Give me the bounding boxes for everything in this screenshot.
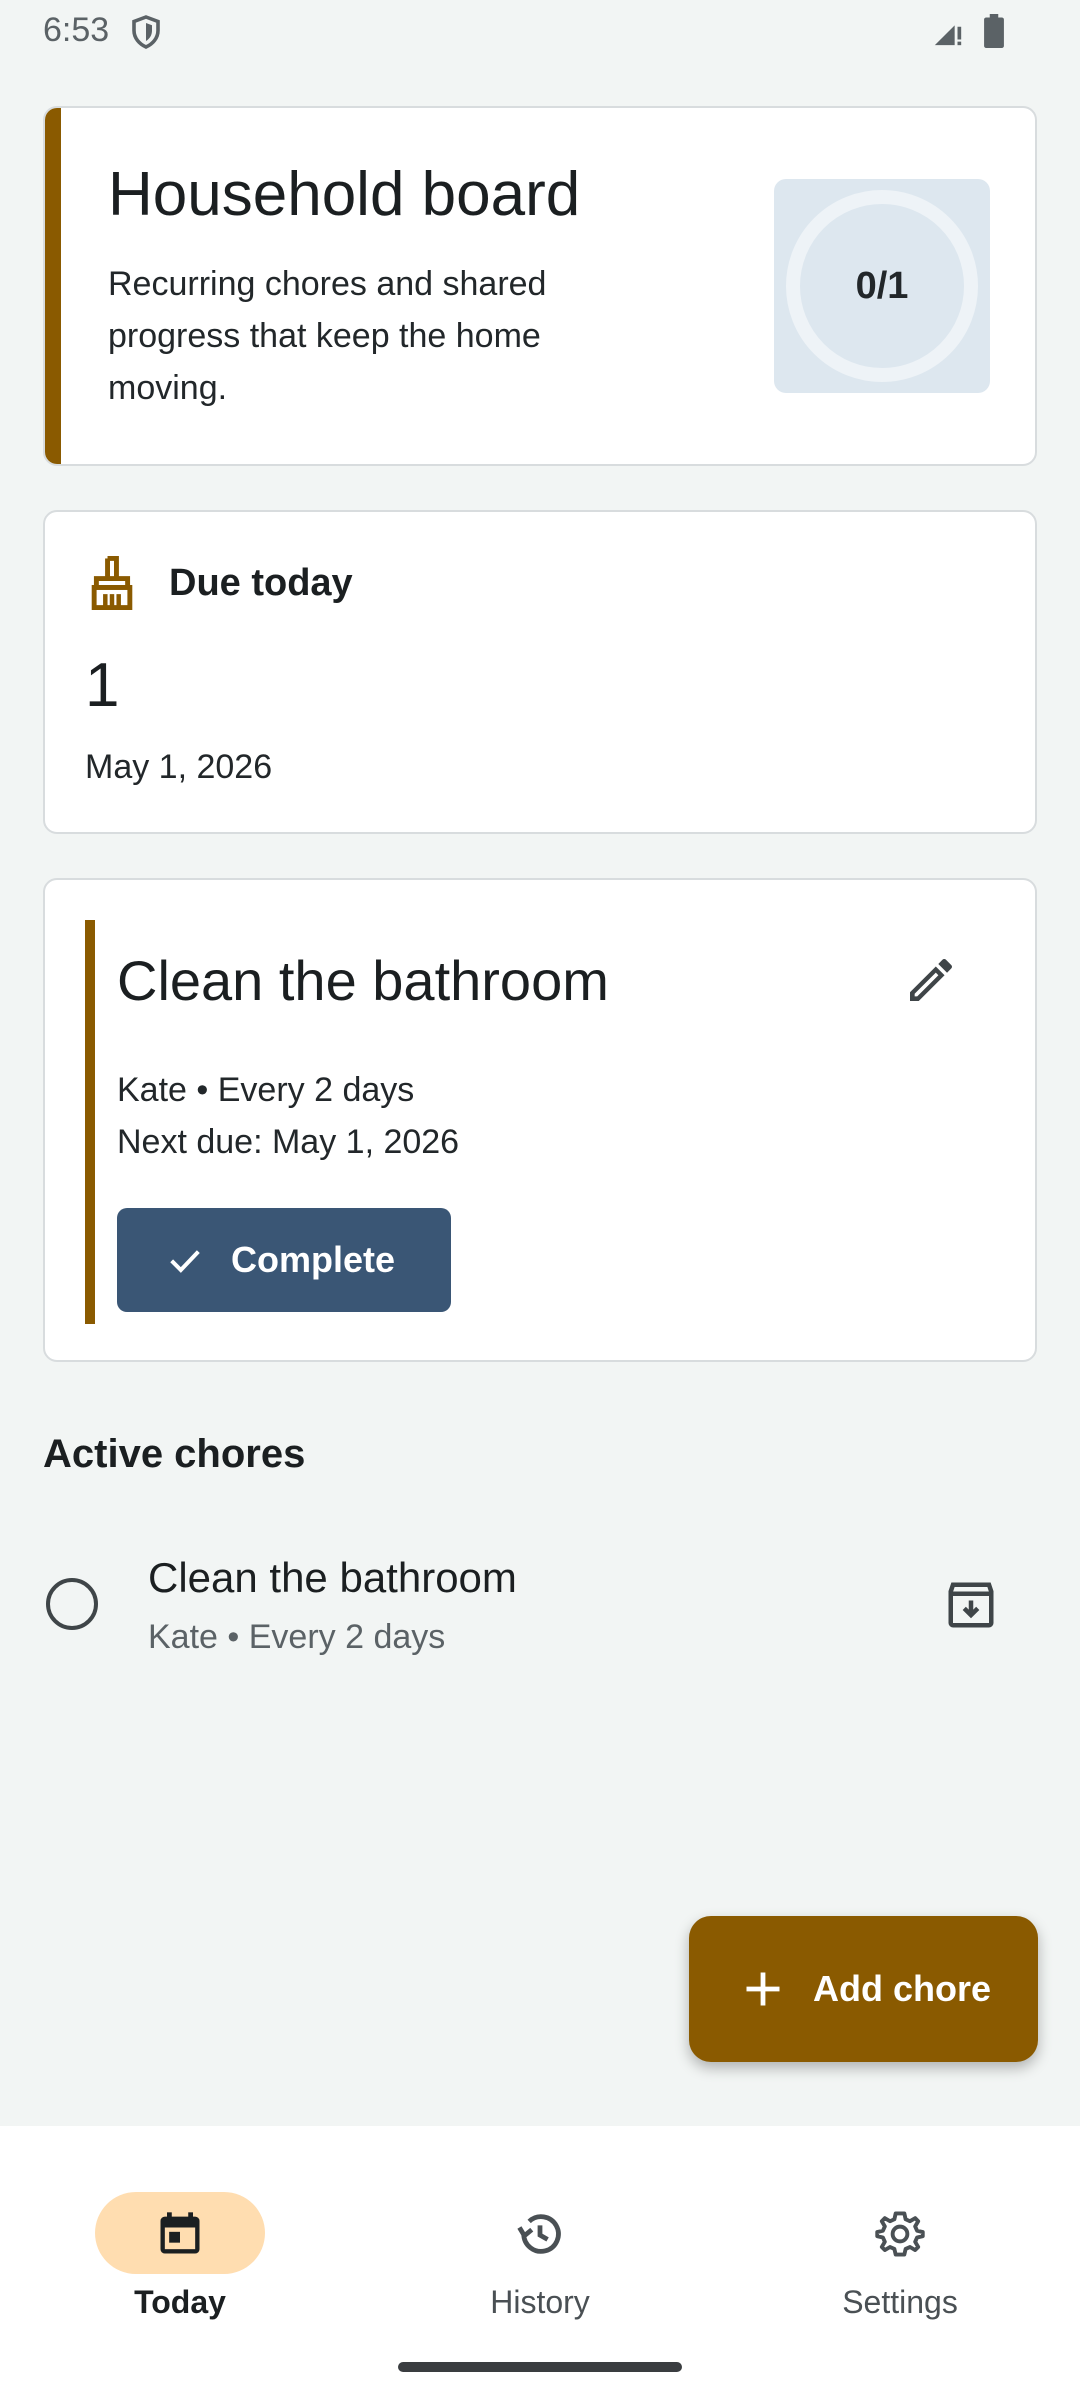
plus-icon bbox=[746, 1972, 780, 2006]
progress-count: 0/1 bbox=[855, 264, 909, 307]
add-chore-label: Add chore bbox=[813, 1968, 992, 2009]
list-item-subtitle: Kate • Every 2 days bbox=[148, 1618, 446, 1656]
nav-item-settings[interactable]: Settings bbox=[720, 2156, 1080, 2320]
status-time: 6:53 bbox=[43, 11, 110, 49]
board-title: Household board bbox=[108, 160, 581, 229]
history-icon bbox=[517, 2214, 561, 2254]
signal-icon bbox=[934, 25, 962, 46]
edit-icon[interactable] bbox=[903, 952, 959, 1008]
nav-label-settings: Settings bbox=[842, 2284, 958, 2320]
check-icon bbox=[170, 1250, 200, 1273]
nav-label-today: Today bbox=[134, 2284, 226, 2320]
board-accent-bar bbox=[45, 108, 61, 464]
nav-item-history[interactable]: History bbox=[360, 2156, 720, 2320]
chore-radio-button[interactable] bbox=[46, 1578, 98, 1630]
bottom-navigation: Today History Settings bbox=[0, 2126, 1080, 2400]
home-indicator[interactable] bbox=[398, 2362, 682, 2372]
complete-button-label: Complete bbox=[231, 1239, 396, 1280]
nav-label-history: History bbox=[490, 2284, 590, 2320]
add-chore-button[interactable]: Add chore bbox=[689, 1916, 1038, 2062]
progress-indicator: 0/1 bbox=[774, 179, 990, 393]
chore-accent-bar bbox=[85, 920, 95, 1324]
nav-item-today[interactable]: Today bbox=[0, 2156, 360, 2320]
due-today-count: 1 bbox=[85, 651, 120, 720]
gear-icon bbox=[875, 2211, 925, 2257]
due-today-card: Due today 1 May 1, 2026 bbox=[43, 510, 1037, 834]
chore-title: Clean the bathroom bbox=[117, 949, 609, 1012]
due-today-label: Due today bbox=[169, 562, 353, 604]
broom-icon bbox=[91, 556, 133, 610]
shield-icon bbox=[132, 15, 160, 49]
chore-next-due: Next due: May 1, 2026 bbox=[117, 1123, 460, 1161]
chore-card: Clean the bathroom Kate • Every 2 days N… bbox=[43, 878, 1037, 1362]
archive-icon[interactable] bbox=[944, 1578, 998, 1632]
calendar-icon bbox=[160, 2212, 200, 2254]
active-chores-heading: Active chores bbox=[43, 1432, 306, 1476]
board-subtitle: Recurring chores and shared progress tha… bbox=[108, 265, 547, 407]
chore-meta: Kate • Every 2 days Next due: May 1, 202… bbox=[117, 1064, 459, 1168]
household-board-card: Household board Recurring chores and sha… bbox=[43, 106, 1037, 466]
due-today-date: May 1, 2026 bbox=[85, 748, 273, 786]
list-item-title[interactable]: Clean the bathroom bbox=[148, 1554, 517, 1602]
battery-icon bbox=[984, 14, 1004, 48]
complete-button[interactable]: Complete bbox=[117, 1208, 451, 1312]
chore-assignee-frequency: Kate • Every 2 days bbox=[117, 1071, 415, 1109]
